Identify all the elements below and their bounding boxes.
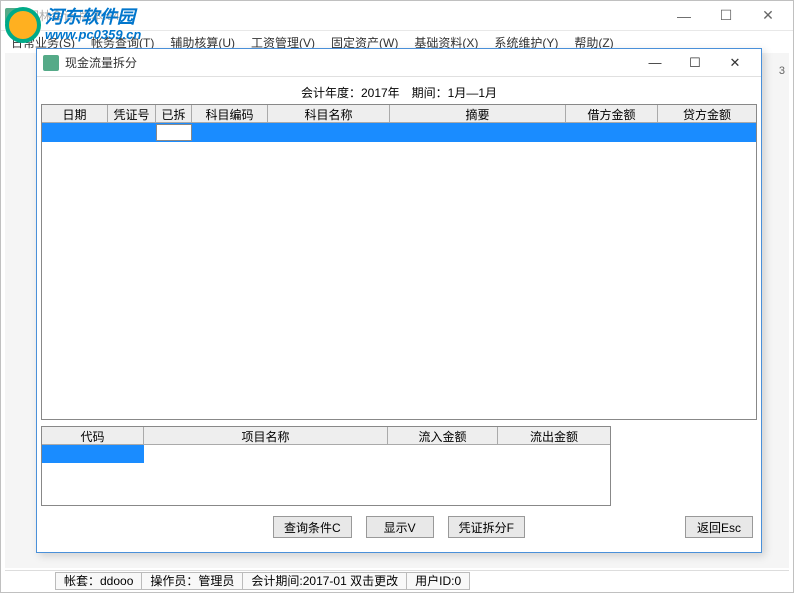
col-date: 日期 <box>42 105 108 123</box>
dialog-titlebar: 现金流量拆分 — ☐ ✕ <box>37 49 761 77</box>
query-button[interactable]: 查询条件C <box>273 516 352 538</box>
period-label: 会计年度：2017年 期间：1月—1月 <box>41 81 757 104</box>
item-grid-header: 代码 项目名称 流入金额 流出金额 <box>42 427 610 445</box>
status-bar: 帐套：ddooo 操作员：管理员 会计期间:2017-01 双击更改 用户ID:… <box>5 570 789 590</box>
watermark: 河东软件园 www.pc0359.cn <box>5 7 141 43</box>
split-button[interactable]: 凭证拆分F <box>448 516 525 538</box>
watermark-icon <box>5 7 41 43</box>
return-button[interactable]: 返回Esc <box>685 516 753 538</box>
dialog-close-button[interactable]: ✕ <box>715 51 755 75</box>
minimize-button[interactable]: — <box>663 2 705 30</box>
col-summary: 摘要 <box>390 105 566 123</box>
item-grid-row-selected[interactable] <box>42 445 610 464</box>
status-userid: 用户ID:0 <box>406 572 470 590</box>
col-item-name: 项目名称 <box>144 427 388 445</box>
col-outflow: 流出金额 <box>498 427 610 445</box>
watermark-name: 河东软件园 <box>45 8 141 28</box>
dialog-icon <box>43 55 59 71</box>
dialog-maximize-button[interactable]: ☐ <box>675 51 715 75</box>
dialog-title: 现金流量拆分 <box>65 54 635 71</box>
watermark-url: www.pc0359.cn <box>45 28 141 42</box>
dialog-minimize-button[interactable]: — <box>635 51 675 75</box>
col-subject-name: 科目名称 <box>268 105 390 123</box>
cashflow-split-dialog: 现金流量拆分 — ☐ ✕ 会计年度：2017年 期间：1月—1月 日期 凭证号 … <box>36 48 762 553</box>
col-voucher-no: 凭证号 <box>108 105 156 123</box>
split-checkbox-cell[interactable] <box>156 124 192 141</box>
close-button[interactable]: ✕ <box>747 2 789 30</box>
status-period[interactable]: 会计期间:2017-01 双击更改 <box>242 572 406 590</box>
col-subject-code: 科目编码 <box>192 105 268 123</box>
voucher-grid-header: 日期 凭证号 已拆分 科目编码 科目名称 摘要 借方金额 贷方金额 <box>42 105 756 123</box>
main-window: 园林会计·版本:64 — ☐ ✕ 日常业务(S) 帐务查询(T) 辅助核算(U)… <box>0 0 794 593</box>
status-account: 帐套：ddooo <box>55 572 141 590</box>
show-button[interactable]: 显示V <box>366 516 434 538</box>
voucher-grid[interactable]: 日期 凭证号 已拆分 科目编码 科目名称 摘要 借方金额 贷方金额 <box>41 104 757 420</box>
item-grid[interactable]: 代码 项目名称 流入金额 流出金额 <box>41 426 611 506</box>
col-code: 代码 <box>42 427 144 445</box>
col-debit: 借方金额 <box>566 105 658 123</box>
status-operator: 操作员：管理员 <box>141 572 242 590</box>
col-split: 已拆分 <box>156 105 192 123</box>
dialog-button-bar: 查询条件C 显示V 凭证拆分F 返回Esc <box>41 508 757 542</box>
maximize-button[interactable]: ☐ <box>705 2 747 30</box>
col-inflow: 流入金额 <box>388 427 498 445</box>
voucher-grid-row-selected[interactable] <box>42 123 756 142</box>
col-credit: 贷方金额 <box>658 105 756 123</box>
right-marker: 3 <box>779 65 785 77</box>
